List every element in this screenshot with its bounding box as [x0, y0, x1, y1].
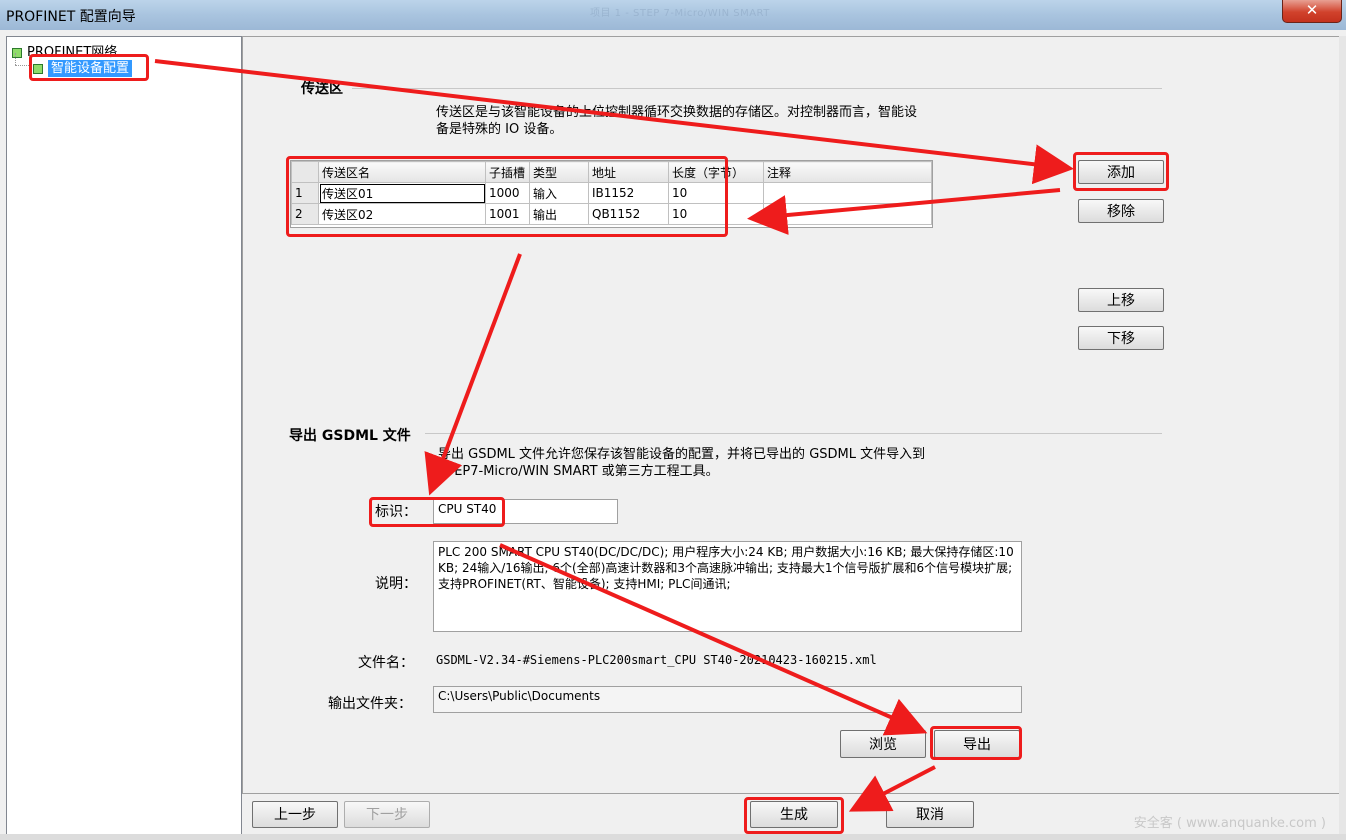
close-button[interactable]: ✕	[1282, 0, 1342, 23]
tree-connector-h	[15, 65, 29, 66]
highlight-id-field	[369, 497, 505, 527]
highlight-export-button	[930, 726, 1022, 760]
output-folder-input[interactable]: C:\Users\Public\Documents	[433, 686, 1022, 713]
transfer-description-line1: 传送区是与该智能设备的上位控制器循环交换数据的存储区。对控制器而言，智能设	[436, 105, 918, 120]
section-divider	[425, 433, 1162, 434]
output-folder-label: 输出文件夹：	[328, 696, 412, 712]
move-down-button[interactable]: 下移	[1078, 326, 1164, 350]
gsdml-description-line1: 导出 GSDML 文件允许您保存该智能设备的配置，并将已导出的 GSDML 文件…	[438, 447, 926, 462]
cancel-button[interactable]: 取消	[886, 801, 974, 828]
tree-connector	[15, 53, 16, 65]
move-up-button[interactable]: 上移	[1078, 288, 1164, 312]
ghost-title: 项目 1 - STEP 7-Micro/WIN SMART	[590, 8, 770, 19]
gsdml-section-title: 导出 GSDML 文件	[289, 428, 411, 444]
right-edge	[1339, 36, 1346, 836]
description-textarea[interactable]: PLC 200 SMART CPU ST40(DC/DC/DC); 用户程序大小…	[433, 541, 1022, 632]
title-bar: PROFINET 配置向导 项目 1 - STEP 7-Micro/WIN SM…	[0, 0, 1346, 30]
highlight-transfer-table	[286, 156, 728, 237]
transfer-description-line2: 备是特殊的 IO 设备。	[436, 122, 563, 137]
section-divider	[352, 88, 1162, 89]
transfer-section-title: 传送区	[301, 81, 343, 97]
description-label: 说明：	[375, 576, 417, 592]
remove-button[interactable]: 移除	[1078, 199, 1164, 223]
browse-button[interactable]: 浏览	[840, 730, 926, 758]
filename-label: 文件名：	[358, 655, 414, 671]
cell-note[interactable]	[763, 203, 932, 225]
next-button[interactable]: 下一步	[344, 801, 430, 828]
highlight-generate-button	[744, 797, 844, 834]
filename-value: GSDML-V2.34-#Siemens-PLC200smart_CPU ST4…	[436, 653, 877, 667]
window-title: PROFINET 配置向导	[6, 9, 136, 25]
tree-node-icon	[12, 47, 22, 58]
main-panel	[242, 36, 1340, 794]
cell-note[interactable]	[763, 182, 932, 204]
bottom-strip	[0, 834, 1346, 840]
highlight-add-button	[1073, 152, 1169, 191]
gsdml-description-line2: STEP7-Micro/WIN SMART 或第三方工程工具。	[438, 464, 719, 479]
navigation-tree: PROFINET网络 智能设备配置	[6, 36, 242, 838]
highlight-tree-item	[29, 54, 149, 81]
column-header[interactable]: 注释	[763, 161, 932, 183]
watermark: 安全客 ( www.anquanke.com )	[1133, 816, 1326, 831]
previous-button[interactable]: 上一步	[252, 801, 338, 828]
